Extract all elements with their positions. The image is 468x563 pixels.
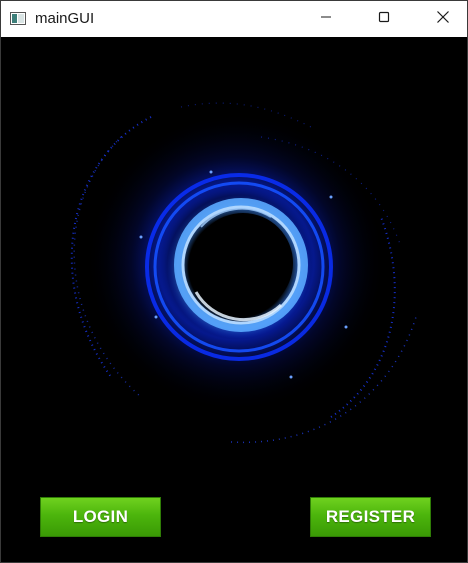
login-button-label: LOGIN <box>72 507 129 526</box>
title-bar[interactable]: mainGUI <box>1 1 467 37</box>
minimize-button[interactable] <box>303 1 349 37</box>
window-title: mainGUI <box>35 10 95 27</box>
app-window-icon <box>10 12 26 25</box>
close-button[interactable] <box>420 1 466 37</box>
close-icon <box>436 10 450 29</box>
blue-portal-graphic <box>70 102 417 444</box>
register-button-label: REGISTER <box>325 507 416 526</box>
register-button[interactable]: REGISTER <box>310 497 431 537</box>
login-button[interactable]: LOGIN <box>40 497 161 537</box>
maximize-icon <box>378 10 390 28</box>
maximize-button[interactable] <box>361 1 407 37</box>
main-window: mainGUI LOGIN REGISTER <box>0 0 468 563</box>
main-content: LOGIN REGISTER <box>1 37 467 562</box>
minimize-icon <box>320 10 332 28</box>
